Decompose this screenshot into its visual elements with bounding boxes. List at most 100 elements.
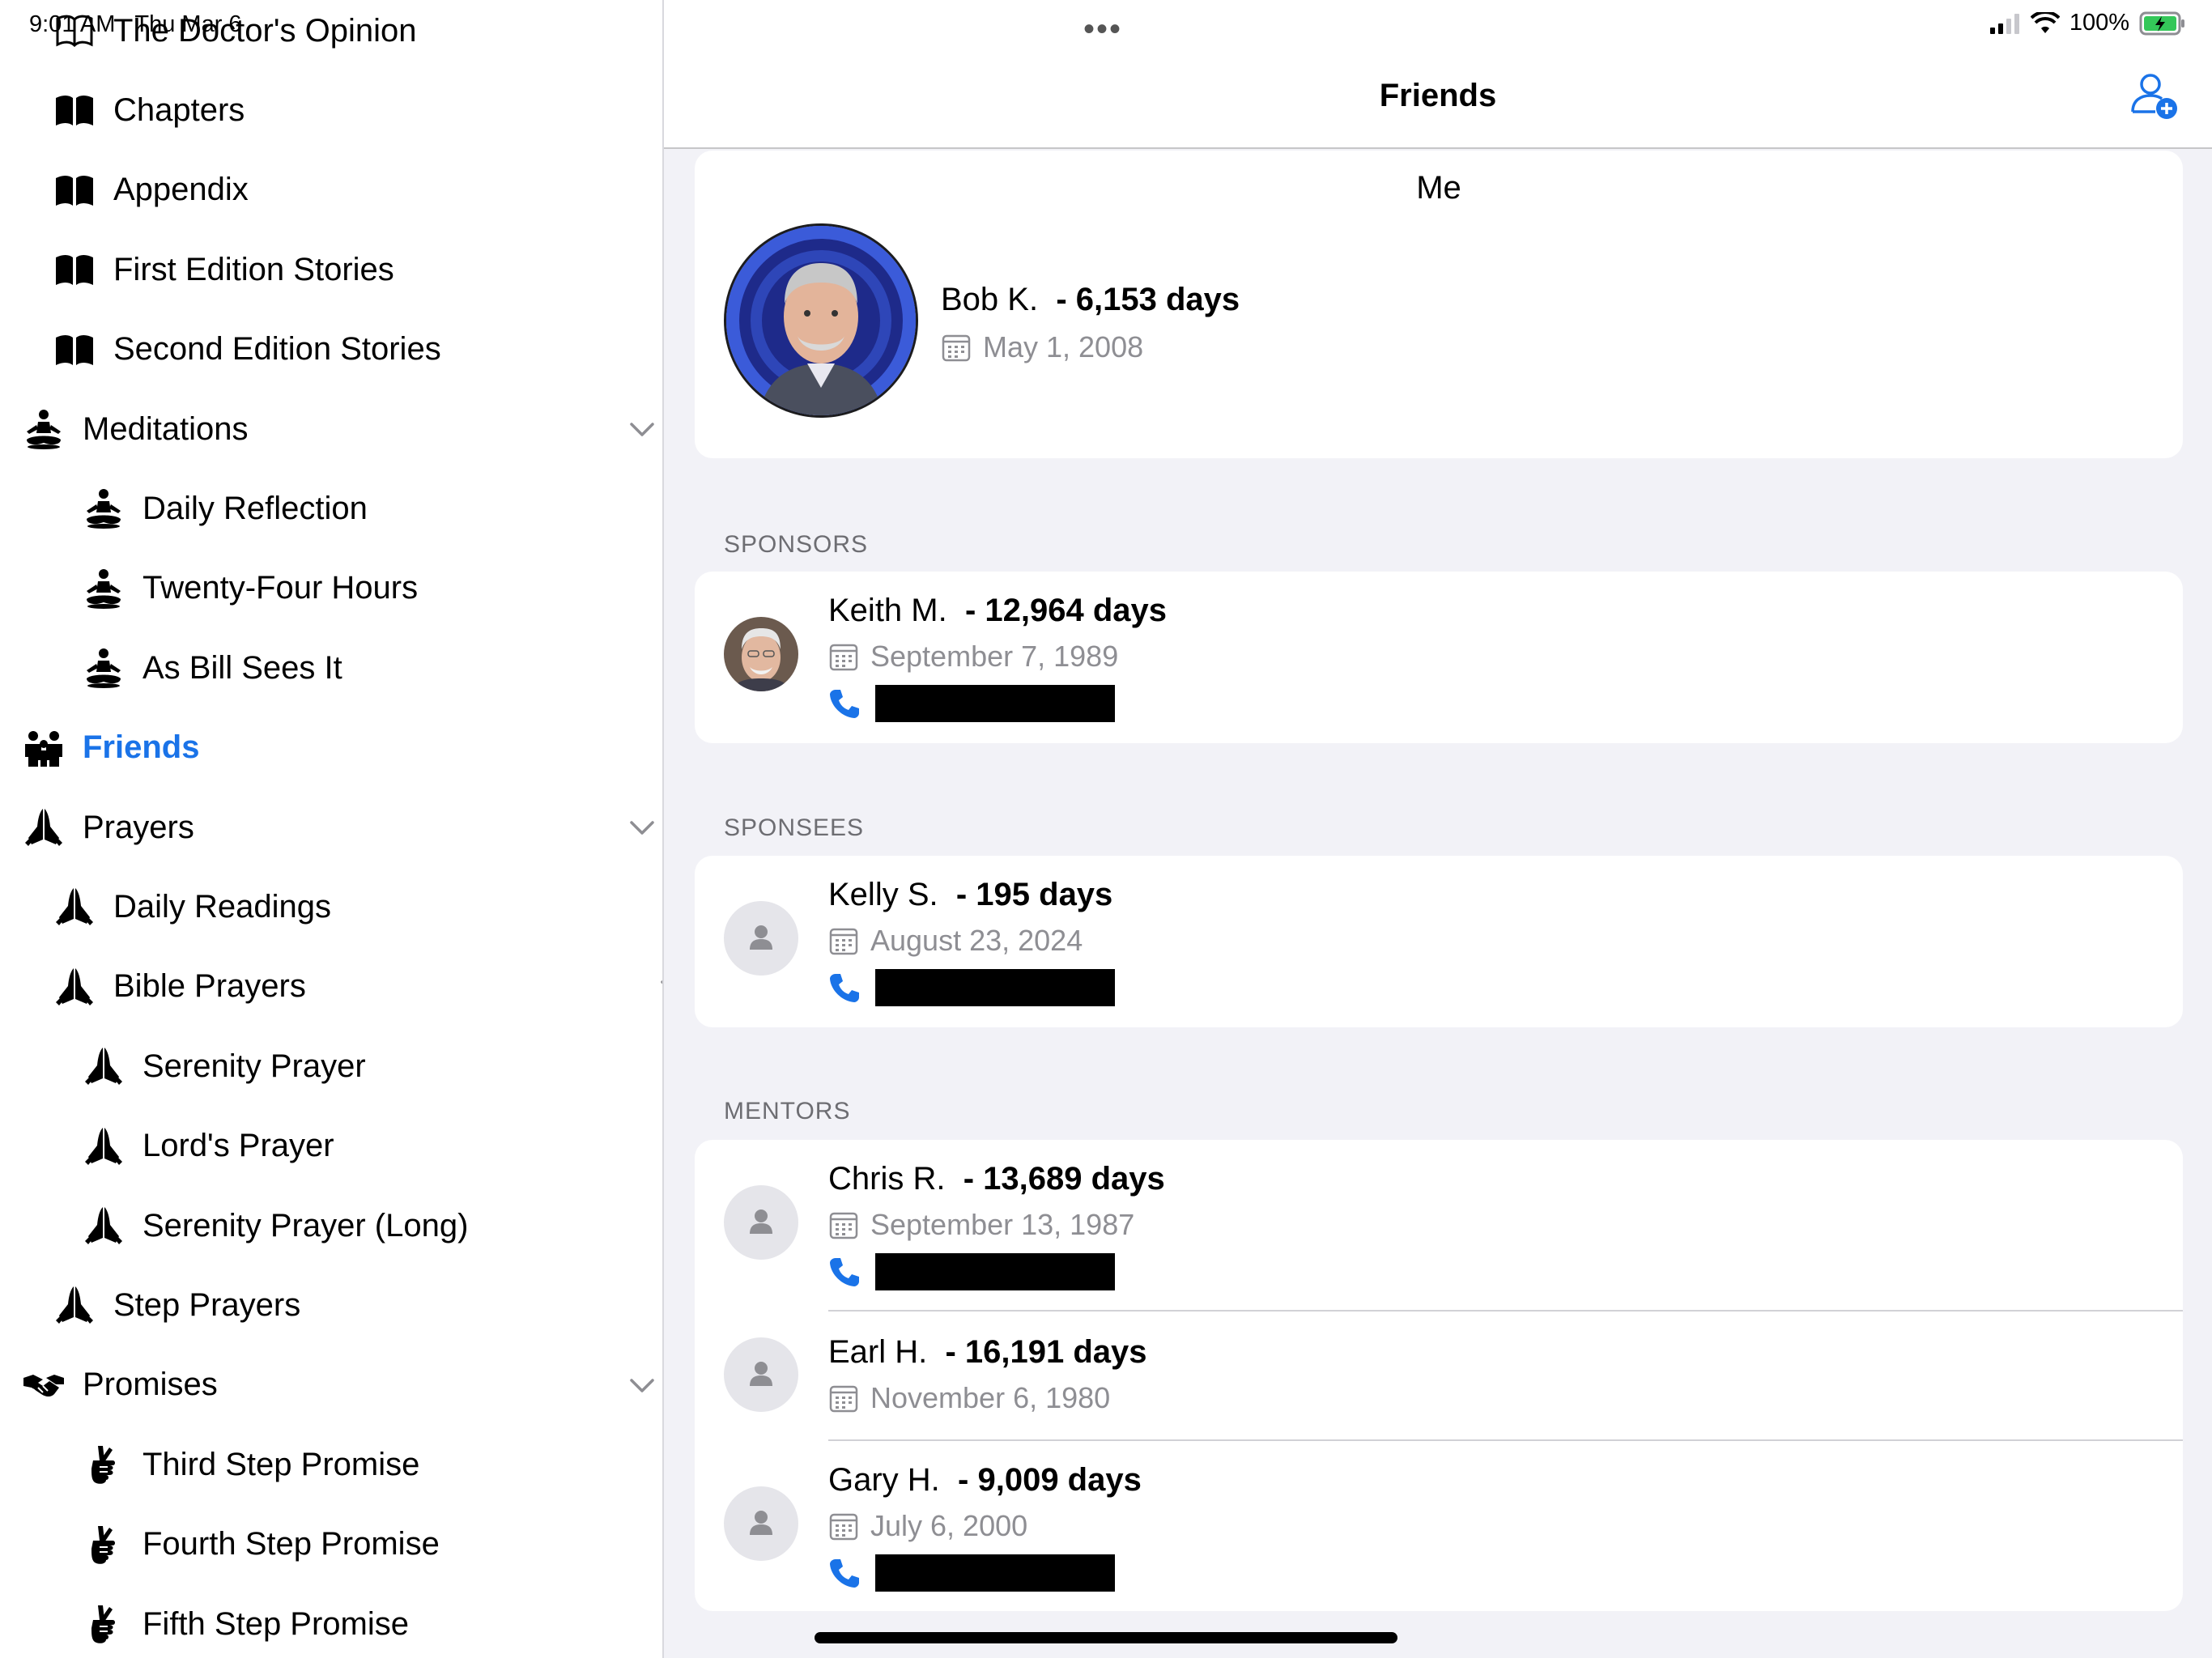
navigation-bar: ••• 100% Friends [664, 0, 2212, 149]
sidebar-item-label: Second Edition Stories [113, 331, 441, 368]
meditation-icon [19, 405, 68, 453]
main-content: ••• 100% Friends Me Bob K. - 6,153 days … [664, 0, 2212, 1658]
calendar-icon [942, 334, 971, 362]
sidebar-item-daily-reflection[interactable]: Daily Reflection [0, 469, 662, 548]
sidebar-item-fifth-step-promise[interactable]: Fifth Step Promise [0, 1584, 662, 1658]
sidebar-item-label: Lord's Prayer [143, 1128, 334, 1164]
book-icon [50, 86, 99, 134]
sidebar-item-label: Friends [83, 729, 200, 766]
book-icon [50, 325, 99, 374]
chevron-right-icon [657, 891, 664, 922]
chevron-down-icon [661, 980, 662, 984]
praying-hands-icon [79, 1042, 128, 1090]
sidebar-item-chapters[interactable]: Chapters [0, 70, 664, 150]
chevron-right-icon [657, 175, 664, 206]
friend-date-line: September 7, 1989 [828, 640, 1118, 674]
people-icon [19, 724, 68, 772]
section-header-sponsees: SPONSEES [724, 814, 865, 841]
meditation-icon [79, 644, 128, 692]
status-clock: 9:01 AM [29, 11, 116, 37]
sidebar-item-label: Appendix [113, 172, 249, 208]
calendar-icon [829, 928, 858, 955]
praying-hands-icon [79, 1201, 128, 1250]
sidebar-item-serenity-prayer-long[interactable]: Serenity Prayer (Long) [0, 1186, 662, 1265]
friend-name: Kelly S. [828, 877, 938, 912]
chevron-down-icon [630, 423, 654, 436]
sidebar-item-first-edition-stories[interactable]: First Edition Stories [0, 230, 664, 309]
friend-phone-line[interactable] [828, 969, 1115, 1006]
friend-row[interactable]: Keith M. - 12,964 days September 7, 1989 [695, 572, 2183, 743]
friend-name: Chris R. [828, 1161, 946, 1197]
friend-row[interactable]: Earl H. - 16,191 days November 6, 1980 [695, 1312, 2183, 1441]
friend-date: September 7, 1989 [870, 640, 1119, 673]
sidebar-item-label: Meditations [83, 410, 249, 447]
meditation-icon [79, 484, 128, 533]
me-date-line: May 1, 2008 [941, 330, 1143, 364]
add-person-icon[interactable] [2128, 70, 2181, 123]
sidebar-item-step-prayers[interactable]: Step Prayers [0, 1265, 664, 1345]
sidebar-item-promises[interactable]: Promises [0, 1346, 662, 1425]
sidebar-item-label: Step Prayers [113, 1286, 301, 1323]
sidebar-item-label: Third Step Promise [143, 1446, 420, 1482]
friend-days: - 195 days [955, 877, 1113, 912]
friend-phone-line[interactable] [828, 685, 1115, 722]
avatar [724, 1337, 798, 1412]
avatar [724, 617, 798, 691]
chevron-right-icon [657, 254, 664, 285]
wifi-icon [2030, 11, 2060, 33]
sidebar-item-lord-s-prayer[interactable]: Lord's Prayer [0, 1107, 662, 1186]
me-label: Me [1416, 170, 1461, 206]
friend-row[interactable]: Kelly S. - 195 days August 23, 2024 [695, 856, 2183, 1027]
friend-name: Earl H. [828, 1334, 928, 1370]
calendar-icon [829, 1385, 858, 1413]
sidebar-item-label: Chapters [113, 91, 245, 128]
friend-phone-line[interactable] [828, 1253, 1115, 1290]
sidebar-item-fourth-step-promise[interactable]: Fourth Step Promise [0, 1505, 662, 1584]
sidebar-item-label: Daily Readings [113, 888, 332, 925]
friend-row[interactable]: Gary H. - 9,009 days July 6, 2000 [695, 1441, 2183, 1613]
me-days: - 6,153 days [1056, 282, 1240, 317]
friend-name: Gary H. [828, 1462, 940, 1498]
sidebar-item-serenity-prayer[interactable]: Serenity Prayer [0, 1027, 662, 1106]
sidebar-item-meditations[interactable]: Meditations [0, 389, 662, 469]
avatar [724, 1185, 798, 1260]
calendar-icon [829, 1212, 858, 1239]
sidebar-item-daily-readings[interactable]: Daily Readings [0, 867, 664, 946]
person-placeholder-icon [750, 925, 772, 950]
sidebar-item-label: First Edition Stories [113, 251, 394, 287]
home-indicator[interactable] [815, 1632, 1397, 1643]
sidebar-item-second-edition-stories[interactable]: Second Edition Stories [0, 310, 662, 389]
me-card[interactable]: Me Bob K. - 6,153 days May 1, 2008 [695, 151, 2183, 458]
person-placeholder-icon [750, 1511, 772, 1535]
friend-name-line: Gary H. - 9,009 days [828, 1462, 1142, 1499]
friend-phone-line[interactable] [828, 1554, 1115, 1592]
redacted-phone-number [875, 685, 1115, 722]
friend-row[interactable]: Chris R. - 13,689 days September 13, 1987 [695, 1140, 2183, 1312]
sidebar-item-label: Bible Prayers [113, 968, 306, 1005]
phone-icon[interactable] [828, 1557, 861, 1589]
phone-icon[interactable] [828, 687, 861, 720]
meditation-icon [79, 564, 128, 613]
chevron-down-icon [630, 821, 654, 835]
sidebar-item-twenty-four-hours[interactable]: Twenty-Four Hours [0, 549, 662, 628]
profile-photo-icon [724, 617, 798, 691]
sidebar-item-appendix[interactable]: Appendix [0, 151, 664, 230]
me-date: May 1, 2008 [983, 330, 1144, 363]
sidebar-item-friends[interactable]: Friends [0, 708, 662, 788]
sidebar-item-label: Fifth Step Promise [143, 1605, 410, 1642]
sidebar-item-label: Fourth Step Promise [143, 1526, 440, 1562]
chevron-right-icon [657, 95, 664, 125]
friend-name-line: Kelly S. - 195 days [828, 877, 1112, 913]
phone-icon[interactable] [828, 971, 861, 1004]
friend-name: Keith M. [828, 593, 947, 628]
chevron-right-icon [657, 1290, 664, 1320]
friend-date: September 13, 1987 [870, 1208, 1135, 1241]
sidebar-item-prayers[interactable]: Prayers [0, 788, 662, 867]
friend-date: August 23, 2024 [870, 924, 1083, 957]
sidebar-item-label: Serenity Prayer [143, 1048, 366, 1084]
phone-icon[interactable] [828, 1256, 861, 1288]
multitasking-dots-icon[interactable]: ••• [1083, 11, 1122, 48]
sidebar-item-third-step-promise[interactable]: Third Step Promise [0, 1425, 662, 1504]
sidebar-item-bible-prayers[interactable]: Bible Prayers [0, 947, 662, 1027]
sidebar-item-as-bill-sees-it[interactable]: As Bill Sees It [0, 628, 662, 708]
